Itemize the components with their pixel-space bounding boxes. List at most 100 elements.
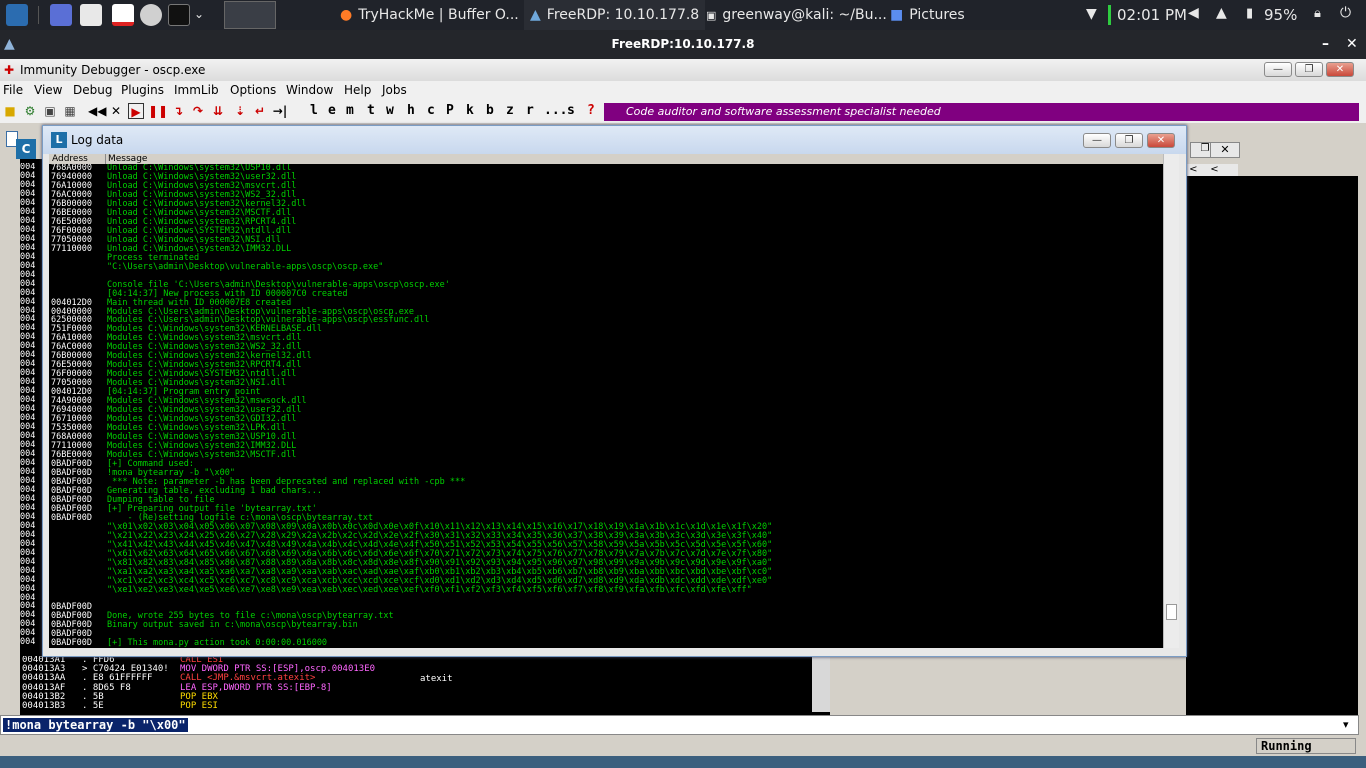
menu-help[interactable]: Help — [344, 83, 371, 97]
run-icon[interactable]: ▶ — [128, 103, 144, 119]
terminal-icon[interactable] — [168, 4, 190, 26]
toolbar-p-button[interactable]: P — [446, 103, 454, 118]
log-row[interactable] — [49, 595, 1163, 604]
rewind-icon[interactable]: ◀◀ — [88, 103, 106, 119]
disasm-row[interactable]: 004013AF. 8D65 F8 LEA ESP,DWORD PTR SS:[E… — [20, 683, 810, 693]
freerdp-icon: ▲ — [530, 7, 541, 23]
task-firefox[interactable]: ● TryHackMe | Buffer O... — [340, 0, 519, 30]
volume-icon[interactable]: ◀ — [1188, 5, 1199, 21]
column-address[interactable]: Address — [52, 154, 88, 164]
column-message[interactable]: Message — [105, 154, 147, 164]
disassembly-lines[interactable]: 004013A1. FFD6 CALL ESI 004013A3 > C70424 … — [20, 656, 810, 712]
close-process-icon[interactable]: ✕ — [108, 103, 124, 119]
menu-file[interactable]: File — [3, 83, 23, 97]
minimize-icon[interactable]: – — [1322, 30, 1329, 59]
log-row[interactable]: 77110000 Unload C:\Windows\system32\IMM32… — [49, 244, 1163, 254]
open-folder-icon[interactable]: ■ — [2, 103, 18, 119]
disasm-row[interactable]: 004013AA. E8 61FFFFFF CALL <JMP.&msvcrt.a… — [20, 674, 810, 683]
log-row[interactable]: 0BADF00D Binary output saved in c:\mona\o… — [49, 621, 1163, 630]
menu-debug[interactable]: Debug — [73, 83, 112, 97]
toolbar-h-button[interactable]: h — [407, 103, 415, 118]
trace-over-icon[interactable]: ⇣ — [232, 103, 248, 119]
toolbar-more-button[interactable]: ... — [544, 103, 567, 118]
menu-options[interactable]: Options — [230, 83, 276, 97]
command-bar[interactable]: !mona bytearray -b "\x00" ▾ — [0, 715, 1359, 735]
clock[interactable]: 02:01 PM — [1117, 6, 1187, 24]
toolbar-help-button[interactable]: ? — [587, 103, 595, 118]
step-into-icon[interactable]: ↴ — [170, 103, 186, 119]
desktop-icon[interactable] — [50, 4, 72, 26]
trace-into-icon[interactable]: ⇊ — [210, 103, 226, 119]
bell-icon[interactable]: ▲ — [1216, 5, 1227, 21]
log-scrollbar[interactable] — [1163, 154, 1179, 648]
goto-icon[interactable]: →| — [272, 103, 288, 119]
toolbar-w-button[interactable]: w — [386, 103, 394, 118]
log-row[interactable]: 76BE0000 Modules C:\Windows\system32\MSCT… — [49, 451, 1163, 460]
close-icon[interactable]: ✕ — [1346, 30, 1358, 59]
cpu-window-icon[interactable]: C — [16, 139, 36, 159]
attach-icon[interactable]: ⚙ — [22, 103, 38, 119]
step-over-icon[interactable]: ↷ — [190, 103, 206, 119]
task-terminal[interactable]: ▣ greenway@kali: ~/Bu... — [706, 0, 887, 30]
log-row[interactable]: 0BADF00D Generating table, excluding 1 ba… — [49, 486, 1163, 496]
log-data-window[interactable]: L Log data — ❐ ✕ Address Message 768A000… — [42, 125, 1187, 657]
toolbar-r-button[interactable]: r — [526, 103, 534, 118]
menu-view[interactable]: View — [34, 83, 62, 97]
log-list[interactable]: 768A0000 Unload C:\Windows\system32\USP10… — [49, 164, 1163, 648]
minimize-button[interactable]: — — [1264, 62, 1292, 77]
maximize-button[interactable]: ❐ — [1295, 62, 1323, 77]
toolbar-s-button[interactable]: s — [567, 103, 575, 118]
kali-menu-icon[interactable] — [6, 4, 28, 26]
toolbar-z-button[interactable]: z — [506, 103, 514, 118]
task-pictures[interactable]: ■ Pictures — [890, 0, 965, 30]
advert-banner[interactable]: Code auditor and software assessment spe… — [604, 103, 1359, 121]
workspace-switcher[interactable] — [224, 1, 276, 29]
log-row[interactable]: 0BADF00D [+] This mona.py action took 0:0… — [49, 639, 1163, 648]
screen-icon[interactable]: ▣ — [42, 103, 58, 119]
task-freerdp[interactable]: ▲ FreeRDP: 10.10.177.8 — [524, 0, 706, 30]
toolbar-m-button[interactable]: m — [346, 103, 354, 118]
execute-till-return-icon[interactable]: ↵ — [252, 103, 268, 119]
log-minimize-button[interactable]: — — [1083, 133, 1111, 148]
chevron-down-icon[interactable]: ⌄ — [194, 7, 204, 21]
log-maximize-button[interactable]: ❐ — [1115, 133, 1143, 148]
registers-pane[interactable] — [1186, 176, 1358, 716]
menu-plugins[interactable]: Plugins — [121, 83, 164, 97]
power-icon[interactable]: ⏻ — [1340, 5, 1351, 21]
log-scroll-thumb[interactable] — [1166, 604, 1177, 620]
menu-jobs[interactable]: Jobs — [382, 83, 407, 97]
disasm-scrollbar[interactable] — [812, 656, 830, 712]
lock-icon[interactable]: 🔒︎ — [1314, 6, 1321, 21]
wifi-icon[interactable]: ▼ — [1086, 6, 1097, 22]
chevron-down-icon[interactable]: ▾ — [1343, 718, 1349, 731]
log-close-button[interactable]: ✕ — [1147, 133, 1175, 148]
toolbar-b-button[interactable]: b — [486, 103, 494, 118]
toolbar-t-button[interactable]: t — [367, 103, 375, 118]
menu-window[interactable]: Window — [286, 83, 333, 97]
text-editor-icon[interactable] — [112, 4, 134, 26]
log-row[interactable]: "C:\Users\admin\Desktop\vulnerable-apps\… — [49, 262, 1163, 272]
toolbar-e-button[interactable]: e — [328, 103, 336, 118]
files-icon[interactable] — [80, 4, 102, 26]
disasm-row[interactable]: 004013B2. 5B POP EBX — [20, 692, 810, 702]
disasm-row[interactable]: 004013B3 . 5E POP ESI — [20, 701, 810, 711]
gutter-address: 004 — [20, 637, 36, 648]
browser-icon[interactable] — [140, 4, 162, 26]
pause-icon[interactable]: ❚❚ — [148, 103, 168, 119]
battery-icon[interactable]: ▮ — [1246, 6, 1253, 21]
task-label: greenway@kali: ~/Bu... — [722, 7, 887, 23]
panel-arrows[interactable]: < < — [1186, 164, 1238, 176]
log-address: 0BADF00D — [51, 638, 92, 648]
grid-icon[interactable]: ▦ — [62, 103, 78, 119]
cpu-address-gutter: 004 004 004 004 004 004 004 004 004 004 004 004 004 0… — [20, 163, 42, 653]
log-row[interactable]: "\xe1\xe2\xe3\xe4\xe5\xe6\xe7\xe8\xe9\xe… — [49, 584, 1163, 595]
menu-immlib[interactable]: ImmLib — [174, 83, 219, 97]
toolbar-c-button[interactable]: c — [427, 103, 435, 118]
toolbar-k-button[interactable]: k — [466, 103, 474, 118]
taskbar-separator — [38, 6, 39, 24]
toolbar-l-button[interactable]: l — [310, 103, 318, 118]
mdi-close-button[interactable]: ✕ — [1210, 142, 1240, 158]
command-input[interactable]: !mona bytearray -b "\x00" — [3, 718, 188, 732]
close-button[interactable]: ✕ — [1326, 62, 1354, 77]
log-message: "\xe1\xe2\xe3\xe4\xe5\xe6\xe7\xe8\xe9\xe… — [107, 584, 752, 595]
